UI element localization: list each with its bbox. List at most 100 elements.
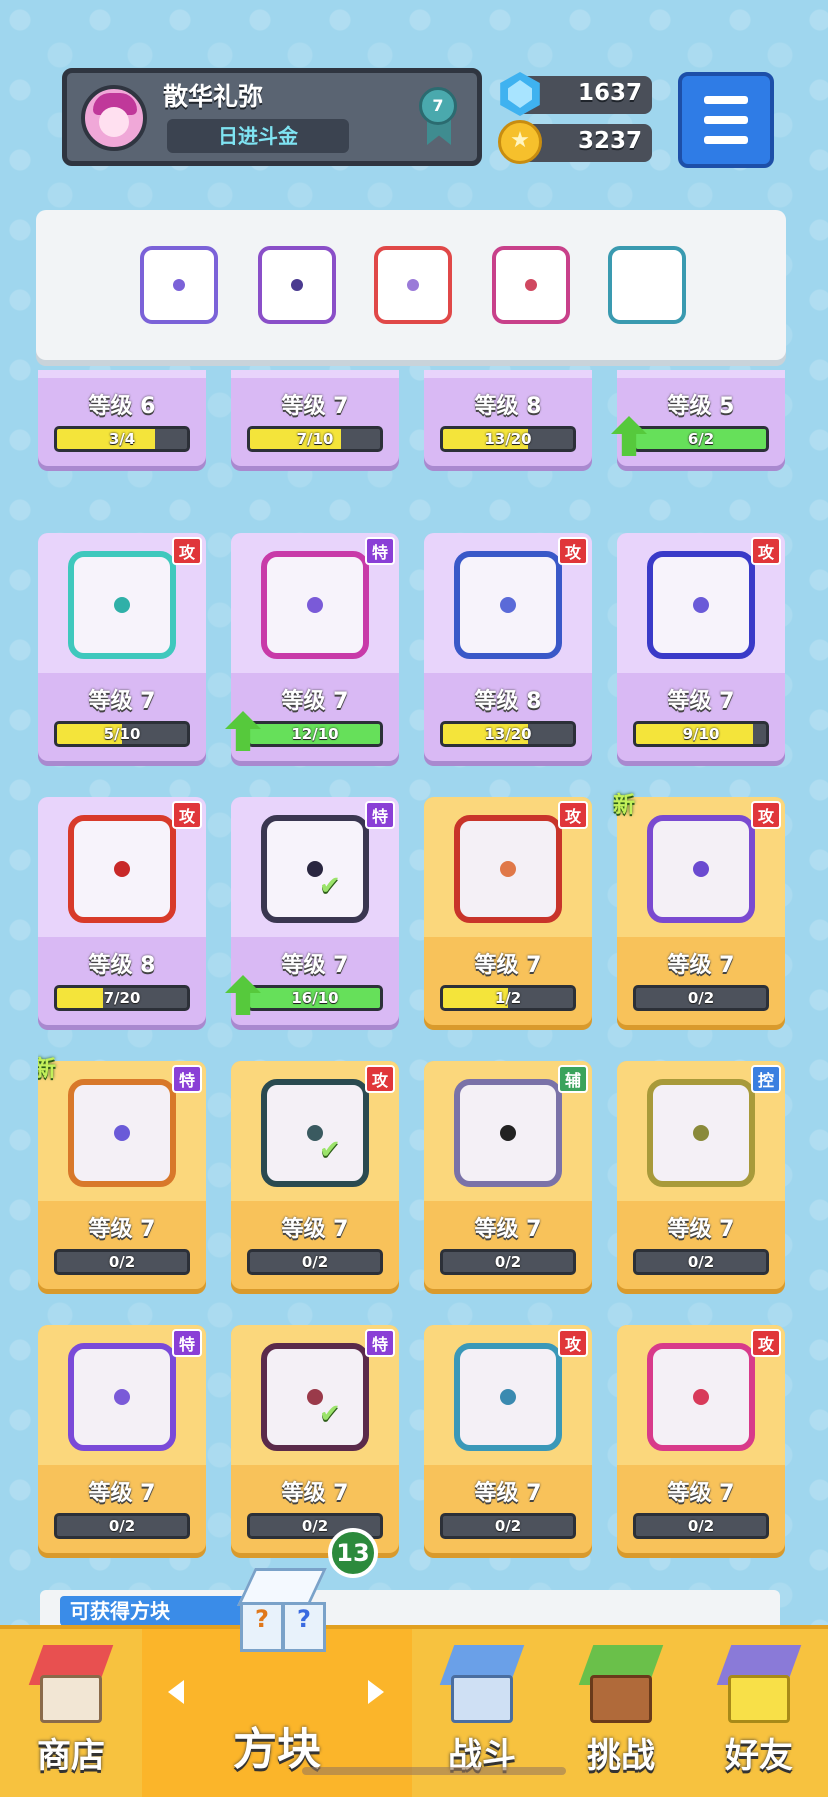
- card-level: 等级 7: [281, 953, 349, 978]
- dice-pip: [525, 279, 537, 291]
- teleport-dice-icon: [261, 551, 369, 659]
- progress-text: 0/2: [687, 1517, 715, 1535]
- dice-card[interactable]: 攻等级 7 0/2: [424, 1325, 592, 1553]
- dice-type-tag: 攻: [751, 801, 781, 829]
- dice-card[interactable]: ✔ 特等级 7 0/2: [231, 1325, 399, 1553]
- dice-card[interactable]: 特等级 7 12/10: [225, 533, 399, 761]
- rainbow-dice-icon[interactable]: [374, 246, 452, 324]
- dice-type-tag: 特: [365, 801, 395, 829]
- tab-friends-label: 好友: [725, 1736, 793, 1776]
- dice-card[interactable]: 等级 5 6/2: [611, 370, 785, 466]
- dice-pip: [500, 861, 516, 877]
- player-name: 散华礼弥: [163, 82, 264, 111]
- dice-pip: [500, 597, 516, 613]
- tab-challenge[interactable]: 挑战: [552, 1629, 690, 1797]
- gear-dice-icon: [454, 551, 562, 659]
- tab-shop-label: 商店: [37, 1736, 105, 1776]
- obtainable-dice-section: 可获得方块: [40, 1590, 780, 1630]
- trident-dragon-dice-icon: [261, 1079, 369, 1187]
- dice-card[interactable]: 特 新等级 7 0/2: [38, 1057, 206, 1289]
- progress-bar: 7/10: [247, 426, 383, 452]
- rank-badge-icon[interactable]: 7: [419, 87, 459, 145]
- progress-bar: 13/20: [440, 426, 576, 452]
- dice-type-tag: 攻: [365, 1065, 395, 1093]
- prev-arrow-icon[interactable]: [168, 1680, 184, 1704]
- player-avatar[interactable]: [81, 85, 147, 151]
- dice-type-tag: 辅: [558, 1065, 588, 1093]
- dice-box-icon[interactable]: ? ?: [232, 1560, 332, 1660]
- card-level: 等级 7: [281, 1481, 349, 1506]
- dice-card[interactable]: ✔ 特等级 7 16/10: [225, 797, 399, 1025]
- new-badge: 新: [613, 793, 636, 818]
- gem-counter[interactable]: 1637: [500, 72, 652, 116]
- dice-card[interactable]: 等级 7 7/10: [231, 370, 399, 466]
- dice-collection-grid: 等级 6 3/4 等级 7 7/10 等级 8 13/20 等级 5 6/2 攻等级 7 5/10…: [38, 370, 788, 1620]
- menu-button[interactable]: [678, 72, 774, 168]
- next-arrow-icon[interactable]: [368, 1680, 384, 1704]
- progress-text: 0/2: [108, 1517, 136, 1535]
- progress-bar: 12/10: [247, 721, 383, 747]
- tab-shop[interactable]: 商店: [0, 1629, 142, 1797]
- progress-text: 0/2: [301, 1253, 329, 1271]
- dice-pip: [291, 279, 303, 291]
- coin-counter[interactable]: ★ 3237: [498, 120, 652, 164]
- progress-bar: 0/2: [54, 1513, 190, 1539]
- coin-count: 3237: [577, 128, 642, 154]
- card-level: 等级 8: [88, 953, 156, 978]
- sword-dragon-dice-icon[interactable]: [492, 246, 570, 324]
- dice-card[interactable]: ✔ 攻等级 7 0/2: [231, 1061, 399, 1289]
- dice-type-tag: 攻: [558, 537, 588, 565]
- dice-card[interactable]: 攻等级 8 13/20: [424, 533, 592, 761]
- dice-pip: [114, 597, 130, 613]
- progress-text: 0/2: [108, 1253, 136, 1271]
- dice-pip: [693, 1389, 709, 1405]
- ice-dragon-dice-icon[interactable]: [608, 246, 686, 324]
- progress-text: 13/20: [484, 725, 532, 743]
- wind-swirl-dice-icon: [68, 551, 176, 659]
- card-level: 等级 7: [667, 689, 735, 714]
- dice-pip: [641, 279, 653, 291]
- progress-bar: 6/2: [633, 426, 769, 452]
- card-level: 等级 7: [281, 394, 349, 419]
- player-profile-panel[interactable]: 散华礼弥 日进斗金 7: [62, 68, 482, 166]
- progress-bar: 0/2: [440, 1513, 576, 1539]
- dice-pip: [500, 1389, 516, 1405]
- card-level: 等级 7: [88, 1481, 156, 1506]
- dice-card[interactable]: 等级 6 3/4: [38, 370, 206, 466]
- dice-card[interactable]: 控等级 7 0/2: [617, 1061, 785, 1289]
- progress-text: 6/2: [687, 430, 715, 448]
- gem-count: 1637: [577, 80, 642, 106]
- dice-pip: [693, 861, 709, 877]
- dice-type-tag: 特: [365, 1329, 395, 1357]
- dice-card[interactable]: 攻等级 8 7/20: [38, 797, 206, 1025]
- dice-type-tag: 特: [365, 537, 395, 565]
- dice-card[interactable]: 等级 8 13/20: [424, 370, 592, 466]
- dice-card[interactable]: 攻等级 7 1/2: [424, 797, 592, 1025]
- dice-card[interactable]: 攻等级 7 9/10: [617, 533, 785, 761]
- dice-type-tag: 特: [172, 1065, 202, 1093]
- card-level: 等级 7: [474, 953, 542, 978]
- equipped-check-icon: ✔: [319, 1135, 341, 1165]
- dice-card[interactable]: 攻等级 7 5/10: [38, 533, 206, 761]
- shield-dragon-dice-icon: [647, 1079, 755, 1187]
- dice-card[interactable]: 攻 新等级 7 0/2: [613, 793, 785, 1025]
- wind-dice-icon[interactable]: [140, 246, 218, 324]
- card-level: 等级 5: [667, 394, 735, 419]
- dice-card[interactable]: 攻等级 7 0/2: [617, 1325, 785, 1553]
- whirlpool-dragon-dice-icon: [454, 1343, 562, 1451]
- dice-card[interactable]: 辅等级 7 0/2: [424, 1061, 592, 1289]
- card-level: 等级 7: [474, 1217, 542, 1242]
- card-level: 等级 7: [281, 1217, 349, 1242]
- progress-text: 7/20: [103, 989, 141, 1007]
- progress-text: 3/4: [108, 430, 136, 448]
- tab-friends[interactable]: 好友: [690, 1629, 828, 1797]
- hamburger-icon: [704, 96, 748, 104]
- lightning-dice-icon[interactable]: [258, 246, 336, 324]
- bubble-dice-icon: [647, 551, 755, 659]
- dice-card[interactable]: 特等级 7 0/2: [38, 1325, 206, 1553]
- gem-icon: [500, 72, 540, 116]
- avatar-face: [99, 107, 129, 137]
- friends-icon: [716, 1645, 802, 1731]
- dice-type-tag: 攻: [751, 1329, 781, 1357]
- shop-icon: [28, 1645, 114, 1731]
